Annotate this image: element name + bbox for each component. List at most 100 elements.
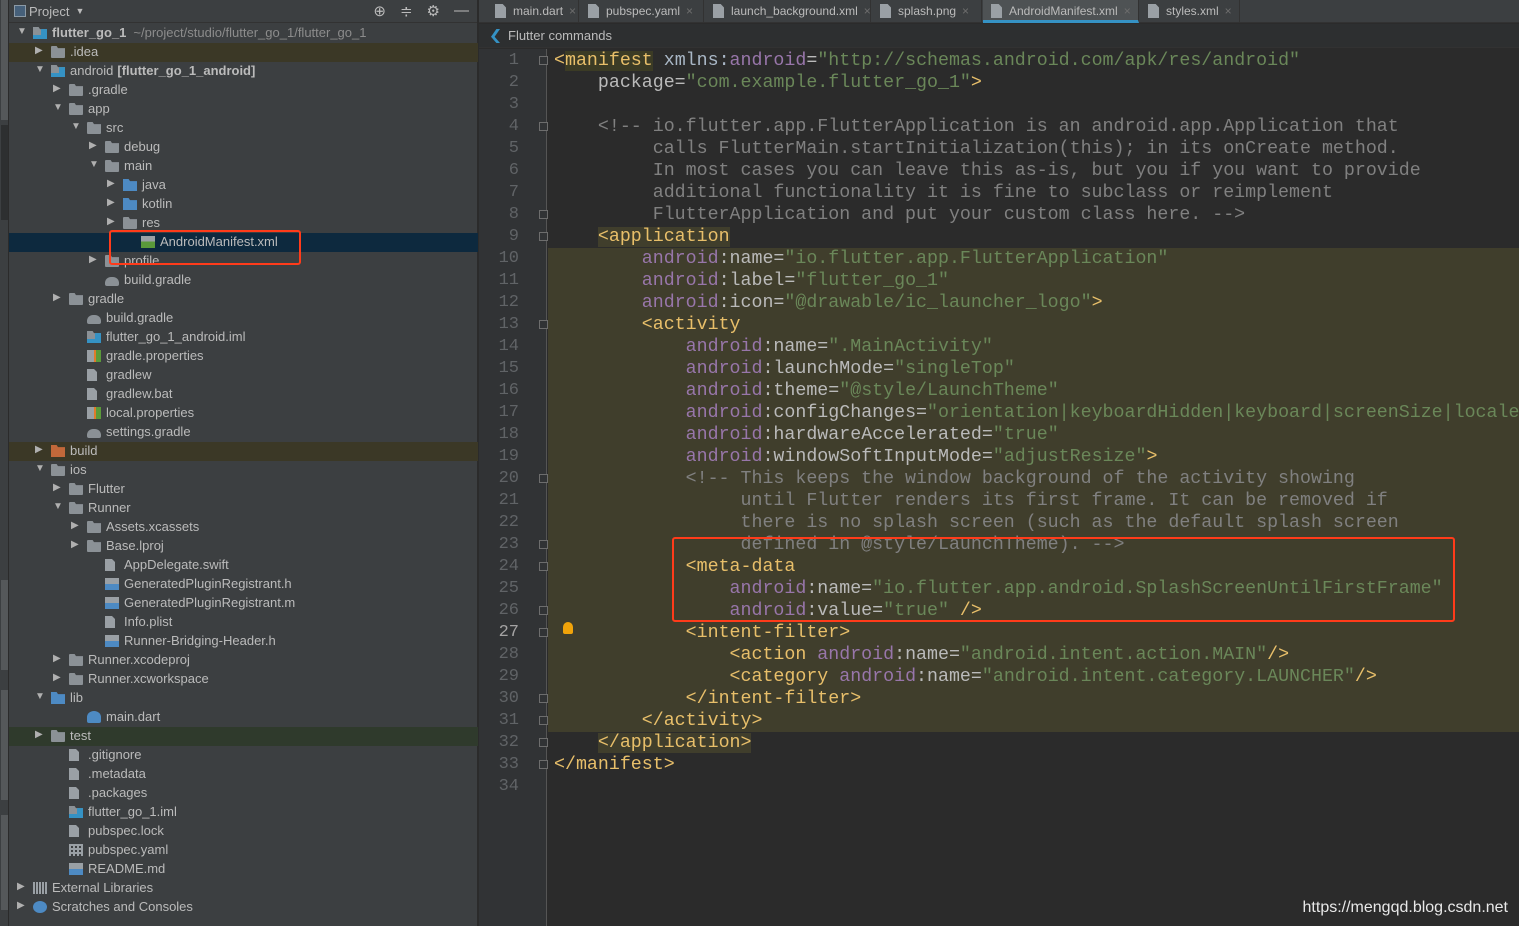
chevron-down-icon[interactable]: ▼ [53,501,63,512]
chevron-right-icon[interactable]: ▶ [53,83,61,94]
tree-item[interactable]: ▶ Base.lproj [9,537,478,556]
fold-marker-icon[interactable] [539,56,548,65]
chevron-right-icon[interactable]: ▶ [107,178,115,189]
chevron-down-icon[interactable]: ▼ [75,6,84,16]
fold-marker-icon[interactable] [539,540,548,549]
tab-androidmanifest-xml[interactable]: AndroidManifest.xml × [983,0,1139,23]
tree-item[interactable]: GeneratedPluginRegistrant.h [9,575,478,594]
tab-launch-background-xml[interactable]: launch_background.xml × [705,0,871,23]
tree-item[interactable]: .metadata [9,765,478,784]
close-icon[interactable]: × [1124,4,1131,18]
project-tool-tab[interactable] [1,125,8,220]
fold-marker-icon[interactable] [539,606,548,615]
chevron-right-icon[interactable]: ▶ [89,254,97,265]
tree-item[interactable]: .gitignore [9,746,478,765]
tree-item[interactable]: ▼ app [9,100,478,119]
minimize-icon[interactable]: — [454,2,469,20]
project-view-selector[interactable]: Project [29,4,69,19]
tree-item[interactable]: ▼ main [9,157,478,176]
chevron-right-icon[interactable]: ▶ [71,539,79,550]
fold-marker-icon[interactable] [539,738,548,747]
tree-item[interactable]: ▶ .idea [9,43,478,62]
tree-item[interactable]: gradle.properties [9,347,478,366]
tree-item[interactable]: GeneratedPluginRegistrant.m [9,594,478,613]
chevron-right-icon[interactable]: ▶ [71,520,79,531]
structure-tab[interactable] [1,815,8,910]
tree-item[interactable]: ▶ Runner.xcworkspace [9,670,478,689]
tree-item[interactable]: ▶ java [9,176,478,195]
tree-item[interactable]: ▼ android [flutter_go_1_android] [9,62,478,81]
locate-icon[interactable]: ⊕ [373,2,386,20]
fold-marker-icon[interactable] [539,122,548,131]
chevron-right-icon[interactable]: ▶ [35,729,43,740]
chevron-down-icon[interactable]: ▼ [35,463,45,474]
chevron-right-icon[interactable]: ▶ [17,881,25,892]
fold-marker-icon[interactable] [539,628,548,637]
fold-marker-icon[interactable] [539,232,548,241]
tree-item[interactable]: ▼ ios [9,461,478,480]
tab-styles-xml[interactable]: styles.xml × [1140,0,1240,23]
fold-marker-icon[interactable] [539,716,548,725]
tree-item[interactable]: ▶ gradle [9,290,478,309]
fold-marker-icon[interactable] [539,474,548,483]
tree-item[interactable]: pubspec.yaml [9,841,478,860]
fold-marker-icon[interactable] [539,320,548,329]
tree-item[interactable]: ▶ test [9,727,478,746]
collapse-all-icon[interactable]: ≑ [400,2,413,20]
close-icon[interactable]: × [962,4,969,18]
fold-marker-icon[interactable] [539,562,548,571]
chevron-down-icon[interactable]: ▼ [35,691,45,702]
tree-item[interactable]: ▶ profile [9,252,478,271]
tree-item[interactable]: ▶ debug [9,138,478,157]
chevron-right-icon[interactable]: ▶ [35,444,43,455]
tree-item[interactable]: ▶ Scratches and Consoles [9,898,478,917]
close-icon[interactable]: × [569,4,576,18]
chevron-down-icon[interactable]: ▼ [71,121,81,132]
tree-item[interactable]: flutter_go_1_android.iml [9,328,478,347]
chevron-down-icon[interactable]: ▼ [35,64,45,75]
tree-item[interactable]: flutter_go_1.iml [9,803,478,822]
tree-item[interactable]: ▶ Flutter [9,480,478,499]
left-tool-window-strip[interactable] [0,0,9,926]
tree-item[interactable]: ▶ kotlin [9,195,478,214]
chevron-right-icon[interactable]: ▶ [53,292,61,303]
fold-marker-icon[interactable] [539,694,548,703]
fold-marker-icon[interactable] [539,760,548,769]
tree-item[interactable]: ▶ build [9,442,478,461]
close-icon[interactable]: × [1225,4,1232,18]
tree-item[interactable]: ▶ .gradle [9,81,478,100]
chevron-right-icon[interactable]: ▶ [89,140,97,151]
chevron-right-icon[interactable]: ▶ [53,482,61,493]
lightbulb-icon[interactable] [563,622,573,634]
tab-main-dart[interactable]: main.dart × [487,0,579,23]
chevron-right-icon[interactable]: ▶ [53,653,61,664]
close-icon[interactable]: × [686,4,693,18]
tree-item[interactable]: Info.plist [9,613,478,632]
build-variants-tab[interactable] [1,580,8,670]
fold-marker-icon[interactable] [539,210,548,219]
tree-item[interactable]: README.md [9,860,478,879]
tree-item[interactable]: AndroidManifest.xml [9,233,478,252]
flutter-commands-link[interactable]: Flutter commands [508,28,612,43]
tree-item[interactable]: build.gradle [9,309,478,328]
tree-item[interactable]: ▶ External Libraries [9,879,478,898]
chevron-right-icon[interactable]: ▶ [35,45,43,56]
tree-item[interactable]: Runner-Bridging-Header.h [9,632,478,651]
chevron-down-icon[interactable]: ▼ [89,159,99,170]
tree-item[interactable]: ▼ lib [9,689,478,708]
tree-item[interactable]: ▶ Assets.xcassets [9,518,478,537]
tab-pubspec-yaml[interactable]: pubspec.yaml × [580,0,704,23]
code-editor[interactable]: <manifest xmlns:android="http://schemas.… [548,49,1519,926]
tab-splash-png[interactable]: splash.png × [872,0,982,23]
tree-item[interactable]: pubspec.lock [9,822,478,841]
tree-item[interactable]: .packages [9,784,478,803]
tree-item[interactable]: local.properties [9,404,478,423]
chevron-right-icon[interactable]: ▶ [53,672,61,683]
tree-item[interactable]: gradlew [9,366,478,385]
tree-item[interactable]: build.gradle [9,271,478,290]
gear-icon[interactable]: ⚙ [427,2,440,20]
layout-captures-tab[interactable] [1,690,8,800]
tree-item[interactable]: main.dart [9,708,478,727]
tree-item[interactable]: ▼ Runner [9,499,478,518]
tree-item[interactable]: ▼ src [9,119,478,138]
